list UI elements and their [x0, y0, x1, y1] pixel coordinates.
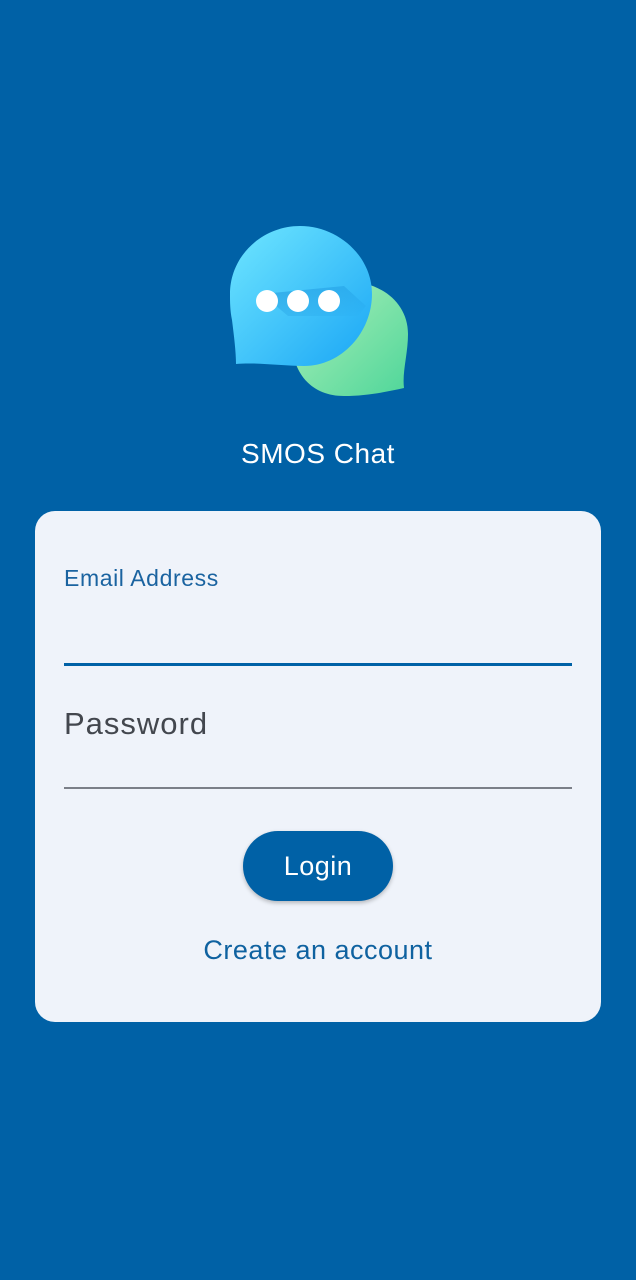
login-card: Email Address Password Login Create an a…: [35, 511, 601, 1022]
dot-shape: [318, 290, 340, 312]
password-field[interactable]: Password: [64, 686, 572, 789]
dot-shape: [287, 290, 309, 312]
password-label: Password: [64, 706, 209, 741]
email-input[interactable]: [64, 617, 572, 657]
chat-bubbles-icon: [230, 226, 408, 396]
password-input[interactable]: [64, 743, 572, 783]
dot-shape: [256, 290, 278, 312]
app-title: SMOS Chat: [241, 438, 395, 469]
login-button[interactable]: Login: [243, 831, 393, 901]
email-label: Email Address: [64, 565, 219, 591]
create-account-link[interactable]: Create an account: [35, 935, 601, 966]
email-field[interactable]: Email Address: [64, 563, 572, 666]
